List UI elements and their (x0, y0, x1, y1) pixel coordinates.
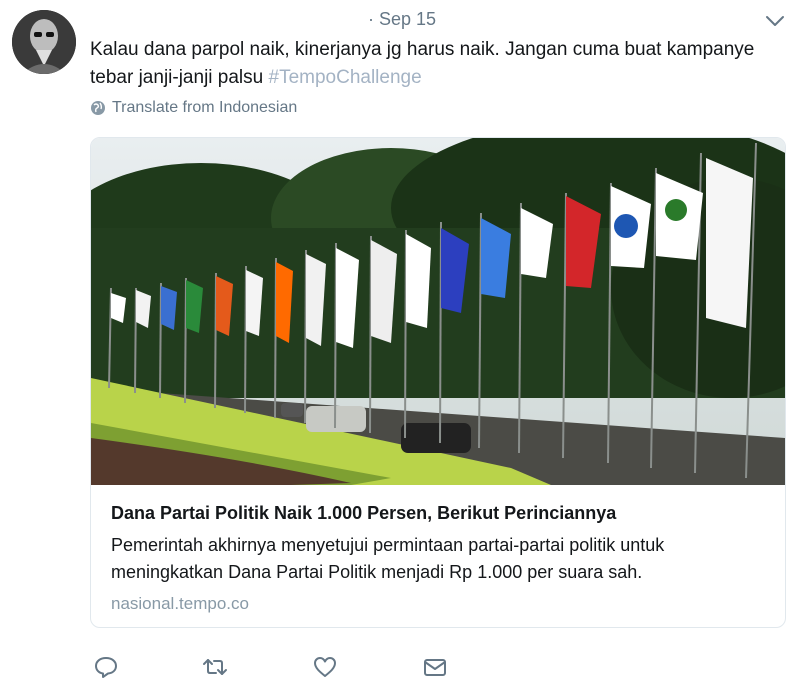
card-image (91, 138, 785, 485)
reply-icon[interactable] (93, 654, 119, 680)
card-description: Pemerintah akhirnya menyetujui permintaa… (111, 535, 665, 582)
chevron-down-icon[interactable] (764, 10, 786, 32)
globe-icon (91, 101, 105, 115)
avatar[interactable] (12, 10, 76, 74)
tweet-timestamp[interactable]: · Sep 15 (368, 9, 436, 30)
translate-link[interactable]: Translate from Indonesian (90, 99, 297, 117)
tweet-text: Kalau dana parpol naik, kinerjanya jg ha… (90, 36, 780, 92)
tweet-actions (0, 654, 800, 682)
heart-icon[interactable] (312, 654, 338, 680)
retweet-icon[interactable] (202, 654, 228, 680)
translate-label: Translate from Indonesian (112, 99, 298, 116)
link-card[interactable]: Dana Partai Politik Naik 1.000 Persen, B… (90, 137, 786, 628)
card-domain: nasional.tempo.co (111, 594, 249, 613)
card-title: Dana Partai Politik Naik 1.000 Persen, B… (111, 503, 617, 523)
hashtag-link[interactable]: #TempoChallenge (269, 67, 422, 88)
tweet-body: Kalau dana parpol naik, kinerjanya jg ha… (90, 39, 755, 88)
card-body: Dana Partai Politik Naik 1.000 Persen, B… (111, 500, 771, 614)
envelope-icon[interactable] (422, 654, 448, 680)
avatar-image (12, 10, 76, 74)
